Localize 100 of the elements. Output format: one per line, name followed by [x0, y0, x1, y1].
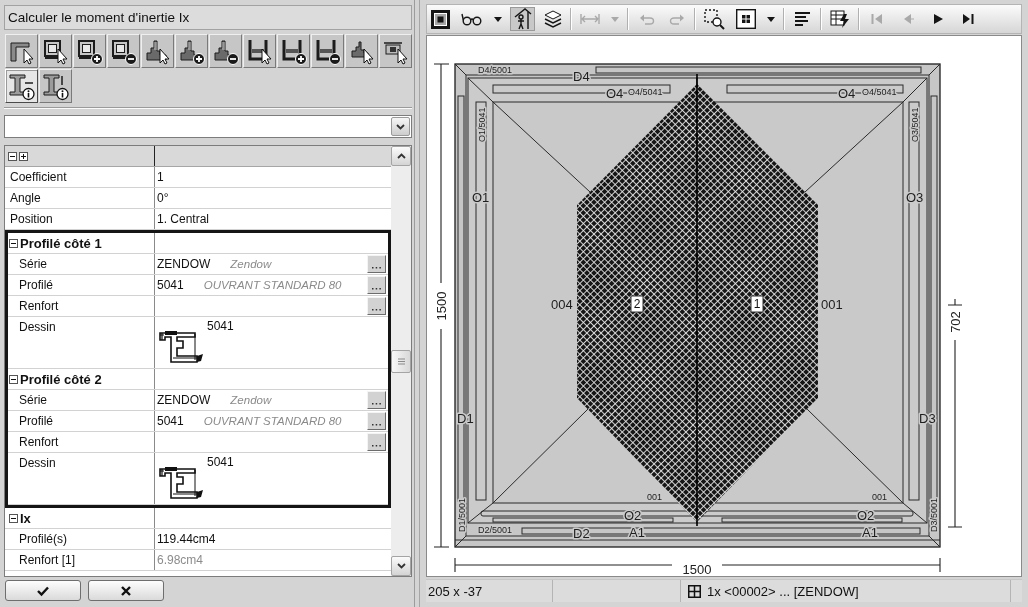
selection-info: 1x <00002> ... [ZENDOW] [707, 583, 859, 599]
sash-number-tag: 1 [750, 295, 764, 313]
sash-number-tag: 2 [630, 295, 644, 313]
collapse-icon[interactable] [9, 238, 18, 248]
skip-forward-icon [961, 13, 974, 25]
browse-button[interactable] [367, 255, 386, 273]
tool-button[interactable] [107, 34, 140, 68]
square-frame-plus-icon [76, 37, 103, 65]
dimension-label: 1500 [433, 291, 449, 321]
toolbar-button[interactable] [428, 7, 453, 31]
property-value: ZENDOW [157, 393, 211, 407]
property-name: Renfort [8, 296, 155, 316]
drawing-label: O2 [624, 508, 642, 523]
chevron-up-icon [396, 153, 406, 159]
browse-button[interactable] [367, 391, 386, 409]
scroll-up-button[interactable] [391, 146, 411, 166]
dropdown-button[interactable] [391, 117, 410, 136]
tool-button[interactable] [243, 34, 276, 68]
stepped-profile-plus-icon [178, 37, 205, 65]
caret-icon [494, 16, 502, 22]
property-name: Série [8, 390, 155, 410]
drawing-label: O1/5041 [477, 107, 487, 142]
tool-button[interactable] [39, 69, 72, 103]
drawing-label: D2/5001 [478, 525, 513, 535]
grid-icon [688, 584, 701, 598]
person-house-icon [513, 8, 532, 30]
property-name: Profilé(s) [5, 529, 155, 549]
toolbar-button[interactable] [733, 7, 759, 31]
grid-square-icon [736, 9, 756, 29]
property-note: Zendow [230, 258, 272, 270]
u-frame-bar-cursor-icon [246, 37, 273, 65]
ok-button[interactable] [5, 580, 81, 601]
expand-all-icon[interactable] [19, 151, 28, 161]
drawing-label: O4/5041 [862, 87, 897, 97]
property-value: ZENDOW [157, 257, 211, 271]
property-name: Dessin [8, 317, 155, 368]
drawing-label: O4/5041 [628, 87, 663, 97]
scrollbar-thumb[interactable] [391, 350, 411, 373]
drawing-label: O2 [857, 508, 875, 523]
property-value: 6.98cm4 [156, 552, 205, 569]
property-note: OUVRANT STANDARD 80 [203, 415, 342, 427]
property-name: Profilé [8, 411, 155, 431]
profile-code: 5041 [207, 319, 234, 333]
section-heading: Ix [20, 510, 31, 526]
tool-button[interactable] [73, 34, 106, 68]
drawing-label: O3 [906, 190, 924, 205]
property-value: 5041 [157, 414, 184, 428]
property-name: Profilé [8, 275, 155, 295]
property-name: Série [8, 254, 155, 274]
skip-back-icon [871, 13, 884, 25]
tool-button[interactable] [345, 34, 378, 68]
toolbar-button[interactable] [510, 7, 535, 31]
browse-button[interactable] [367, 412, 386, 430]
panel-title: Calculer le moment d'inertie Ix [4, 5, 412, 30]
drawing-label: D3/5001 [929, 497, 939, 532]
tool-button[interactable] [209, 34, 242, 68]
browse-button[interactable] [367, 433, 386, 451]
layers-icon [543, 10, 562, 28]
dimension-label: 1500 [682, 561, 712, 576]
close-icon [121, 585, 131, 596]
dropdown-field[interactable] [4, 115, 412, 138]
drawing-label: O1 [472, 190, 490, 205]
chevron-down-icon [396, 563, 406, 569]
collapse-icon[interactable] [9, 513, 18, 523]
drawing-label: 001 [647, 492, 663, 502]
drawing-label: D4 [573, 69, 590, 84]
drawing-label: D3 [919, 411, 936, 426]
section-heading: Profilé côté 2 [20, 371, 102, 387]
browse-button[interactable] [367, 297, 386, 315]
property-name: Coefficient [5, 167, 155, 187]
dimension-label: 702 [947, 311, 963, 333]
property-value: 0° [156, 190, 170, 207]
property-name: Renfort [1] [5, 550, 155, 570]
u-frame-bar-plus-icon [280, 37, 307, 65]
tool-button[interactable] [39, 34, 72, 68]
collapse-all-icon[interactable] [8, 151, 17, 161]
tool-button[interactable] [379, 34, 412, 68]
property-note: OUVRANT STANDARD 80 [203, 279, 342, 291]
tool-button[interactable] [5, 34, 38, 68]
drawing-label: A1 [862, 525, 878, 540]
width-dimension-icon [580, 13, 600, 25]
tool-button[interactable] [311, 34, 344, 68]
scroll-down-button[interactable] [391, 556, 411, 576]
tool-button[interactable] [277, 34, 310, 68]
property-value: 5041 [157, 278, 184, 292]
tool-button[interactable] [141, 34, 174, 68]
play-icon [932, 13, 943, 25]
property-note: Zendow [230, 394, 272, 406]
collapse-icon[interactable] [9, 374, 18, 384]
cancel-button[interactable] [88, 580, 164, 601]
check-icon [37, 585, 49, 596]
drawing-label: D1/5001 [457, 497, 467, 532]
browse-button[interactable] [367, 276, 386, 294]
tool-button[interactable] [175, 34, 208, 68]
drawing-label: 001 [821, 297, 843, 312]
glasses-icon [461, 12, 483, 26]
property-name: Dessin [8, 453, 155, 504]
align-left-icon [794, 11, 811, 27]
square-frame-cursor-icon [42, 37, 69, 65]
property-name: Position [5, 209, 155, 229]
